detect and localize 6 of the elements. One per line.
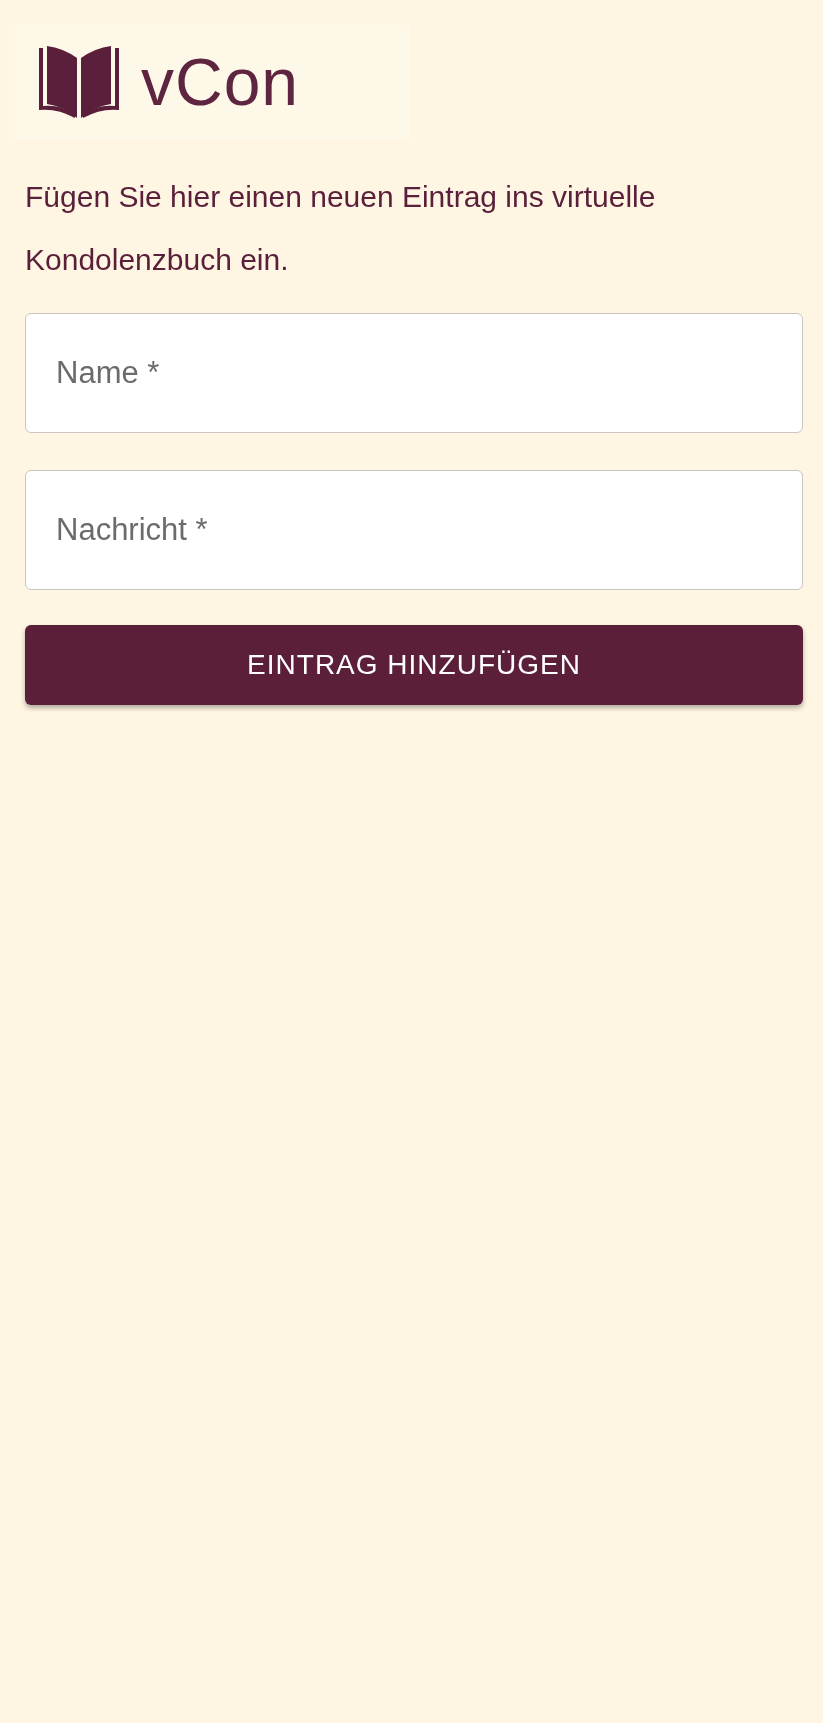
input-field[interactable]: Name *	[25, 313, 803, 433]
submit-button[interactable]: EINTRAG HINZUFÜGEN	[25, 625, 803, 705]
input-field[interactable]: Nachricht *	[25, 470, 803, 590]
logo-text: vCon	[141, 49, 300, 115]
book-icon	[37, 44, 121, 120]
intro-text: Fügen Sie hier einen neuen Eintrag ins virtuelle Kondolenzbuch ein.	[25, 179, 657, 278]
